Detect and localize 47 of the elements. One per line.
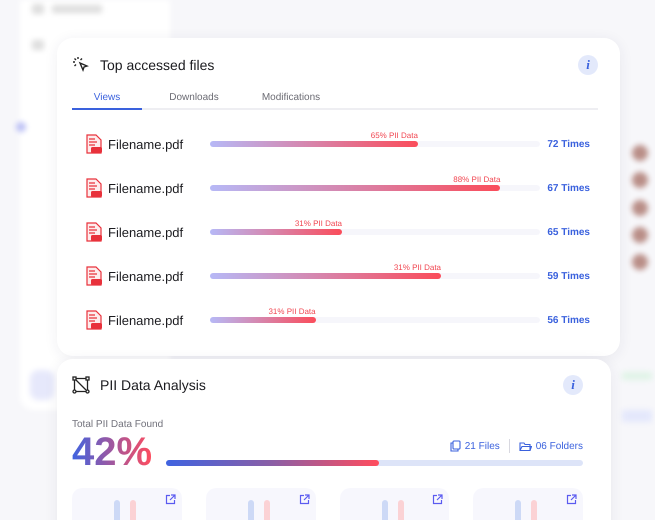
blurred-menu-icon	[32, 40, 44, 50]
file-name[interactable]: Filename.pdf	[108, 136, 210, 152]
external-link-icon[interactable]	[164, 494, 176, 505]
blurred-dot	[16, 122, 26, 132]
folders-count[interactable]: 06 Folders	[536, 440, 583, 452]
file-name[interactable]: Filename.pdf	[108, 268, 210, 284]
card-title: PII Data Analysis	[100, 377, 207, 393]
total-label: Total PII Data Found	[72, 419, 164, 430]
file-name[interactable]: Filename.pdf	[108, 180, 210, 196]
external-link-icon[interactable]	[298, 494, 310, 505]
blurred-avatar	[632, 227, 648, 243]
access-count: 65 Times	[547, 226, 590, 238]
pii-label: 31% PII Data	[394, 263, 441, 272]
tab[interactable]: Views	[72, 89, 142, 110]
tab[interactable]: Modifications	[246, 89, 336, 110]
access-count: 72 Times	[547, 138, 590, 150]
card-title: Top accessed files	[100, 57, 216, 73]
pdf-file-icon	[86, 310, 102, 330]
pii-label: 31% PII Data	[294, 219, 342, 228]
pii-label: 88% PII Data	[453, 175, 500, 184]
blurred-menu-icon	[32, 4, 44, 14]
blurred-avatar	[632, 200, 648, 216]
cursor-click-icon	[72, 56, 90, 74]
external-link-icon[interactable]	[432, 494, 444, 505]
pii-label: 31% PII Data	[268, 307, 316, 316]
access-count: 59 Times	[547, 270, 590, 282]
external-link-icon[interactable]	[566, 494, 577, 505]
file-name[interactable]: Filename.pdf	[108, 312, 210, 328]
info-button[interactable]: i	[563, 375, 583, 395]
file-name[interactable]: Filename.pdf	[108, 224, 210, 240]
access-count: 67 Times	[547, 182, 590, 194]
tab[interactable]: Downloads	[142, 89, 246, 110]
pdf-file-icon	[86, 222, 102, 242]
blurred-avatar	[632, 254, 648, 270]
folder-icon	[518, 440, 532, 452]
files-count[interactable]: 21 Files	[464, 440, 500, 452]
blurred-avatar	[632, 145, 648, 161]
copy-files-icon	[450, 440, 461, 452]
pdf-file-icon	[86, 266, 102, 286]
blurred-menu-label	[52, 5, 102, 13]
info-button[interactable]: i	[578, 55, 598, 75]
access-count: 56 Times	[547, 314, 590, 326]
pdf-file-icon	[86, 134, 102, 154]
pii-label: 65% PII Data	[370, 131, 418, 140]
vector-nodes-icon	[72, 376, 90, 394]
blurred-avatar	[632, 172, 648, 188]
pdf-file-icon	[86, 178, 102, 198]
